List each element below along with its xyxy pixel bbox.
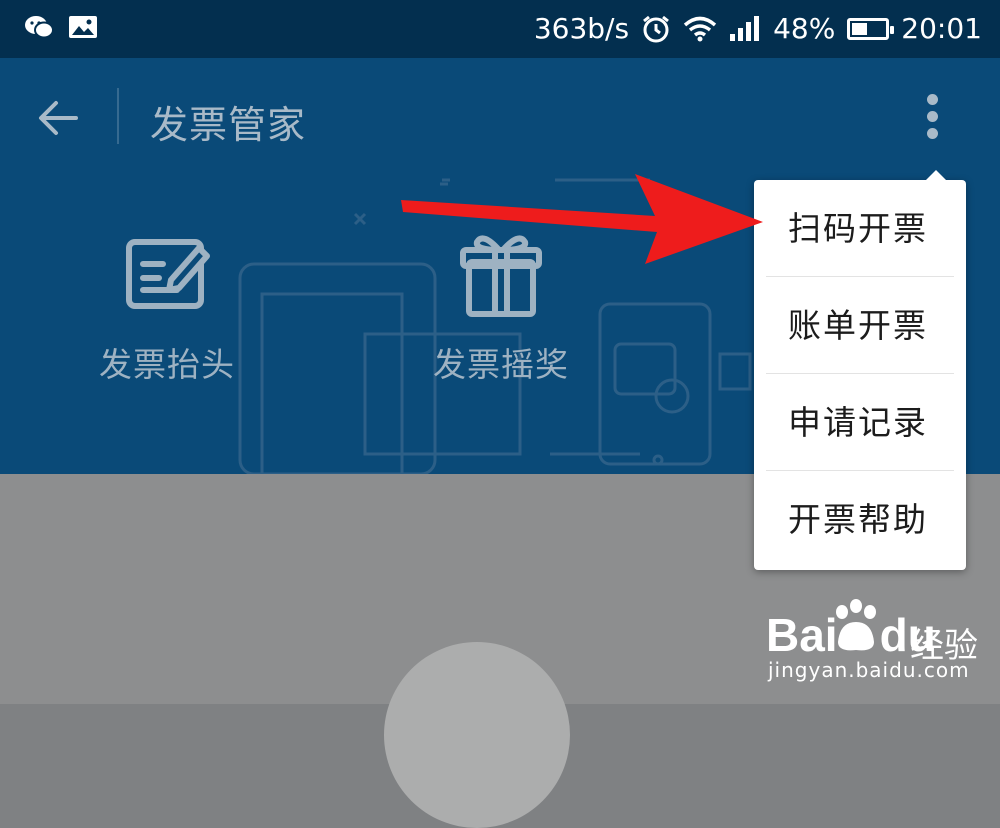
action-label: 发票抬头 — [99, 345, 235, 384]
menu-item-bill-invoice[interactable]: 账单开票 — [766, 277, 954, 374]
app-bar-divider — [117, 88, 119, 144]
network-speed: 363b/s — [533, 12, 630, 45]
avatar-placeholder — [384, 642, 570, 828]
image-icon — [69, 16, 97, 38]
status-left-icons — [24, 14, 98, 40]
wifi-icon — [683, 16, 717, 42]
arrow-left-icon — [39, 101, 78, 135]
menu-item-application-records[interactable]: 申请记录 — [766, 374, 954, 471]
watermark-url: jingyan.baidu.com — [768, 658, 970, 682]
paw-icon — [836, 599, 876, 651]
status-right: 363b/s 48% 20:01 — [534, 8, 982, 50]
signal-icon — [730, 16, 760, 41]
menu-item-invoice-help[interactable]: 开票帮助 — [766, 471, 954, 568]
battery-icon — [847, 18, 895, 40]
more-vertical-icon — [910, 94, 954, 139]
action-invoice-title[interactable]: 发票抬头 — [92, 230, 242, 386]
wechat-icon — [25, 16, 54, 39]
back-button[interactable] — [30, 88, 90, 148]
edit-document-icon — [126, 239, 210, 309]
alarm-icon — [643, 15, 669, 43]
overflow-menu: 扫码开票 账单开票 申请记录 开票帮助 — [754, 170, 966, 570]
baidu-jingyan-watermark: Bai du 经验 jingyan.baidu.com — [760, 596, 992, 696]
menu-item-scan-invoice[interactable]: 扫码开票 — [766, 180, 954, 277]
more-options-button[interactable] — [910, 90, 954, 150]
battery-percent: 48% — [773, 12, 836, 45]
action-label: 发票摇奖 — [433, 345, 569, 384]
battery-level — [852, 23, 868, 35]
app-bar: 发票管家 — [0, 58, 1000, 174]
clock: 20:01 — [901, 12, 982, 45]
red-arrow-annotation — [401, 174, 763, 264]
status-bar: 363b/s 48% 20:01 — [0, 0, 1000, 58]
page-title: 发票管家 — [150, 103, 307, 147]
